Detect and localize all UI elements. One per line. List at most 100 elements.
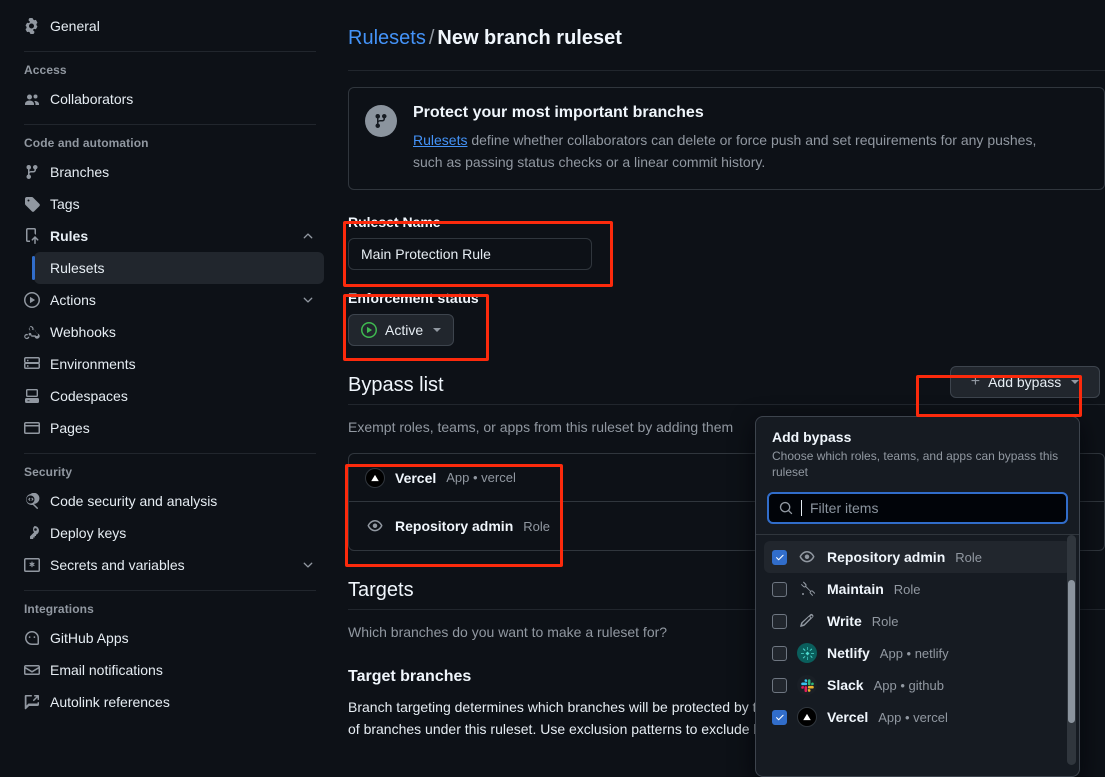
sidebar-item-label: GitHub Apps bbox=[50, 630, 129, 646]
tag-icon bbox=[24, 196, 40, 212]
sidebar-item-tags[interactable]: Tags bbox=[16, 188, 324, 220]
dropdown-item-meta: App • github bbox=[873, 677, 944, 693]
ruleset-name-label: Ruleset Name bbox=[348, 214, 441, 231]
sidebar-heading-access: Access bbox=[24, 63, 67, 77]
sidebar-item-label: Codespaces bbox=[50, 388, 128, 404]
dropdown-item-name: Write bbox=[827, 613, 862, 630]
sidebar-item-autolink-references[interactable]: Autolink references bbox=[16, 686, 324, 718]
sidebar-item-environments[interactable]: Environments bbox=[16, 348, 324, 380]
dropdown-search-wrap: Filter items bbox=[756, 488, 1079, 534]
sidebar-item-rulesets[interactable]: Rulesets bbox=[34, 252, 324, 284]
enforcement-status-dropdown[interactable]: Active bbox=[348, 314, 455, 347]
dropdown-list-wrap: Repository admin Role Maintain Role Writ… bbox=[756, 534, 1079, 766]
dropdown-list: Repository admin Role Maintain Role Writ… bbox=[756, 535, 1079, 733]
settings-sidebar: General Access Collaborators Code and au… bbox=[0, 0, 340, 777]
codespaces-icon bbox=[24, 388, 40, 404]
dropdown-item-meta: Role bbox=[871, 613, 899, 629]
sidebar-divider bbox=[24, 590, 316, 591]
chevron-down-icon[interactable] bbox=[300, 557, 316, 573]
git-branch-icon bbox=[365, 105, 397, 137]
ruleset-name-input[interactable] bbox=[348, 238, 592, 271]
sidebar-item-rules[interactable]: Rules bbox=[16, 220, 324, 252]
sidebar-item-github-apps[interactable]: GitHub Apps bbox=[16, 622, 324, 654]
dropdown-item-meta: Role bbox=[955, 549, 982, 565]
asterisk-icon bbox=[24, 557, 40, 573]
sidebar-item-label: Autolink references bbox=[50, 694, 170, 710]
sidebar-item-deploy-keys[interactable]: Deploy keys bbox=[16, 517, 324, 549]
bypass-row-meta: App • vercel bbox=[446, 470, 516, 486]
sidebar-item-collaborators[interactable]: Collaborators bbox=[16, 83, 324, 115]
enforcement-status-label: Enforcement status bbox=[348, 290, 479, 307]
add-bypass-dropdown-panel[interactable]: Add bypass Choose which roles, teams, an… bbox=[755, 416, 1080, 777]
sidebar-item-label: Actions bbox=[50, 292, 96, 308]
sidebar-item-general[interactable]: General bbox=[16, 10, 324, 42]
tools-icon bbox=[797, 579, 817, 599]
checkbox-unchecked-icon[interactable] bbox=[772, 581, 787, 597]
filter-items-input[interactable]: Filter items bbox=[767, 492, 1068, 525]
sidebar-item-codespaces[interactable]: Codespaces bbox=[16, 380, 324, 412]
sidebar-item-label: Rules bbox=[50, 228, 89, 244]
server-icon bbox=[24, 356, 40, 372]
eye-icon bbox=[365, 516, 385, 536]
dropdown-item-name: Maintain bbox=[827, 581, 884, 598]
sidebar-item-secrets-variables[interactable]: Secrets and variables bbox=[16, 549, 324, 581]
chevron-up-icon[interactable] bbox=[300, 228, 316, 244]
dropdown-item-slack[interactable]: Slack App • github bbox=[764, 669, 1071, 701]
rules-icon bbox=[24, 228, 40, 244]
checkbox-checked-icon[interactable] bbox=[772, 549, 787, 565]
dropdown-item-vercel[interactable]: Vercel App • vercel bbox=[764, 701, 1071, 733]
triangle-down-icon bbox=[1071, 380, 1080, 385]
sidebar-item-code-security[interactable]: Code security and analysis bbox=[16, 485, 324, 517]
sidebar-divider bbox=[24, 51, 316, 52]
enforcement-status-value: Active bbox=[385, 322, 424, 339]
search-icon bbox=[779, 502, 793, 515]
people-icon bbox=[24, 91, 40, 107]
add-bypass-button[interactable]: + Add bypass bbox=[950, 366, 1100, 399]
sidebar-heading-code-automation: Code and automation bbox=[24, 136, 149, 150]
banner-rulesets-link[interactable]: Rulesets bbox=[413, 132, 467, 148]
dropdown-subtitle: Choose which roles, teams, and apps can … bbox=[772, 449, 1059, 480]
triangle-down-icon bbox=[433, 328, 442, 333]
protect-branches-banner: Protect your most important branches Rul… bbox=[348, 87, 1105, 191]
sidebar-item-label: Code security and analysis bbox=[50, 493, 218, 509]
dropdown-item-name: Repository admin bbox=[827, 549, 946, 566]
code-scan-icon bbox=[24, 493, 40, 509]
sidebar-item-label: Secrets and variables bbox=[50, 557, 185, 573]
checkbox-unchecked-icon[interactable] bbox=[772, 677, 787, 693]
dropdown-item-maintain[interactable]: Maintain Role bbox=[764, 573, 1071, 605]
plus-icon: + bbox=[970, 373, 981, 391]
netlify-icon bbox=[797, 643, 817, 664]
sidebar-item-label: Rulesets bbox=[50, 260, 105, 276]
dropdown-scrollbar-thumb[interactable] bbox=[1068, 580, 1075, 724]
sidebar-item-branches[interactable]: Branches bbox=[16, 156, 324, 188]
banner-body: Rulesets define whether collaborators ca… bbox=[413, 130, 1068, 173]
webhook-icon bbox=[24, 324, 40, 340]
dropdown-item-netlify[interactable]: Netlify App • netlify bbox=[764, 637, 1071, 669]
checkbox-checked-icon[interactable] bbox=[772, 709, 787, 725]
dropdown-item-write[interactable]: Write Role bbox=[764, 605, 1071, 637]
add-bypass-label: Add bypass bbox=[988, 374, 1062, 391]
sidebar-item-webhooks[interactable]: Webhooks bbox=[16, 316, 324, 348]
chevron-down-icon[interactable] bbox=[300, 292, 316, 308]
sidebar-item-pages[interactable]: Pages bbox=[16, 412, 324, 444]
eye-icon bbox=[797, 547, 817, 567]
gear-icon bbox=[24, 18, 40, 34]
dropdown-item-name: Netlify bbox=[827, 645, 870, 662]
page-title: New branch ruleset bbox=[437, 27, 622, 49]
git-branch-icon bbox=[24, 164, 40, 180]
sidebar-divider bbox=[24, 124, 316, 125]
sidebar-item-label: Deploy keys bbox=[50, 525, 127, 541]
sidebar-item-label: Webhooks bbox=[50, 324, 116, 340]
sidebar-item-email-notifications[interactable]: Email notifications bbox=[16, 654, 324, 686]
checkbox-unchecked-icon[interactable] bbox=[772, 613, 787, 629]
dropdown-item-meta: Role bbox=[893, 581, 921, 597]
checkbox-unchecked-icon[interactable] bbox=[772, 645, 787, 661]
sidebar-item-actions[interactable]: Actions bbox=[16, 284, 324, 316]
sidebar-item-label: General bbox=[50, 18, 100, 34]
sidebar-item-label: Collaborators bbox=[50, 91, 134, 107]
breadcrumb-link-rulesets[interactable]: Rulesets bbox=[348, 27, 426, 49]
dropdown-item-name: Vercel bbox=[827, 709, 869, 726]
dropdown-item-repository-admin[interactable]: Repository admin Role bbox=[764, 541, 1071, 574]
play-circle-icon bbox=[361, 322, 377, 339]
sidebar-divider bbox=[24, 453, 316, 454]
